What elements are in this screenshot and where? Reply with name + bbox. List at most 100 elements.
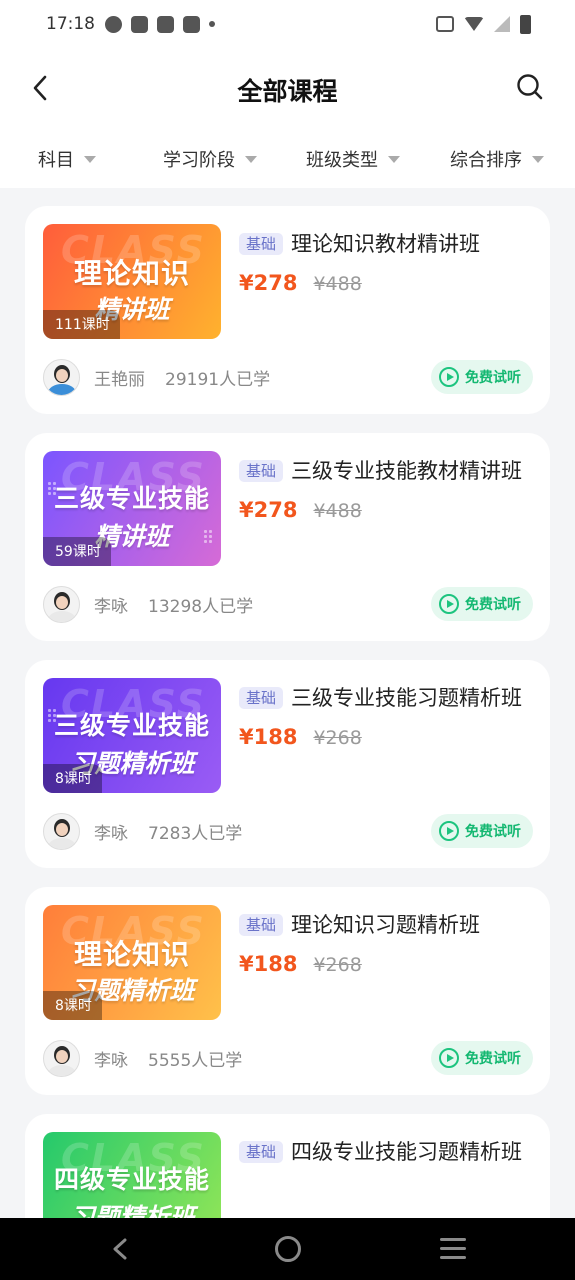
mail-icon xyxy=(157,15,174,33)
play-icon xyxy=(439,594,459,614)
caret-down-icon xyxy=(245,155,257,163)
signal-icon xyxy=(494,16,510,32)
vibrate-icon xyxy=(436,16,454,32)
filter-stage[interactable]: 学习阶段 xyxy=(163,146,257,172)
lesson-count-badge: 8课时 xyxy=(43,991,102,1020)
price-row: ¥188 ¥268 xyxy=(239,725,529,749)
free-trial-button[interactable]: 免费试听 xyxy=(431,587,533,621)
free-trial-label: 免费试听 xyxy=(465,1051,521,1067)
system-nav-bar xyxy=(0,1218,575,1280)
course-title-line[interactable]: 基础 理论知识习题精析班 xyxy=(239,909,529,942)
course-title-line[interactable]: 基础 三级专业技能习题精析班 xyxy=(239,682,529,715)
home-icon[interactable] xyxy=(275,1236,301,1262)
course-title-line[interactable]: 基础 三级专业技能教材精讲班 xyxy=(239,455,529,488)
course-thumbnail[interactable]: CLASS 三级专业技能 精讲班 59课时 xyxy=(43,451,221,566)
course-title-line[interactable]: 基础 四级专业技能习题精析班 xyxy=(239,1136,529,1169)
teacher-name: 李咏 xyxy=(94,823,128,844)
speed-icon xyxy=(105,15,122,33)
free-trial-label: 免费试听 xyxy=(465,370,521,386)
course-card[interactable]: CLASS 理论知识 精讲班 111课时 基础 理论知识教材精讲班 ¥278 ¥4… xyxy=(25,206,550,414)
teacher-row: 李咏 7283人已学 免费试听 xyxy=(43,812,533,850)
course-card[interactable]: CLASS 三级专业技能 精讲班 59课时 基础 三级专业技能教材精讲班 ¥278… xyxy=(25,433,550,641)
free-trial-label: 免费试听 xyxy=(465,824,521,840)
teacher-row: 李咏 5555人已学 免费试听 xyxy=(43,1039,533,1077)
play-icon xyxy=(439,821,459,841)
free-trial-button[interactable]: 免费试听 xyxy=(431,814,533,848)
play-icon xyxy=(439,1048,459,1068)
app-header: 全部课程 xyxy=(0,48,575,130)
current-price: ¥278 xyxy=(239,498,298,522)
course-title-line[interactable]: 基础 理论知识教材精讲班 xyxy=(239,228,529,261)
menu-icon[interactable] xyxy=(440,1238,466,1260)
price-row: ¥278 ¥488 xyxy=(239,271,529,295)
level-tag: 基础 xyxy=(239,460,284,482)
current-price: ¥188 xyxy=(239,725,298,749)
free-trial-button[interactable]: 免费试听 xyxy=(431,360,533,394)
status-time: 17:18 xyxy=(46,14,95,34)
course-title: 三级专业技能教材精讲班 xyxy=(291,459,523,483)
dots-decoration xyxy=(47,481,57,495)
current-price: ¥188 xyxy=(239,952,298,976)
thumb-title: 三级专业技能 xyxy=(53,711,210,740)
avatar xyxy=(43,812,80,850)
course-title: 三级专业技能习题精析班 xyxy=(291,686,523,710)
teacher-row: 王艳丽 29191人已学 免费试听 xyxy=(43,358,533,396)
learner-count: 7283人已学 xyxy=(148,823,243,844)
filter-class-type[interactable]: 班级类型 xyxy=(306,146,400,172)
filter-label: 科目 xyxy=(38,150,74,171)
original-price: ¥488 xyxy=(313,500,362,522)
filter-label: 班级类型 xyxy=(306,150,378,171)
page-title: 全部课程 xyxy=(237,77,338,106)
learner-count: 5555人已学 xyxy=(148,1050,243,1071)
course-info: 基础 三级专业技能习题精析班 ¥188 ¥268 xyxy=(239,682,529,749)
dot-icon xyxy=(209,21,215,27)
avatar xyxy=(43,1039,80,1077)
original-price: ¥488 xyxy=(313,273,362,295)
mail-icon xyxy=(183,15,200,33)
course-info: 基础 三级专业技能教材精讲班 ¥278 ¥488 xyxy=(239,455,529,522)
course-thumbnail[interactable]: CLASS 三级专业技能 习题精析班 8课时 xyxy=(43,678,221,793)
thumb-title: 理论知识 xyxy=(73,257,190,290)
course-info: 基础 理论知识习题精析班 ¥188 ¥268 xyxy=(239,909,529,976)
search-icon xyxy=(517,74,543,100)
caret-down-icon xyxy=(388,155,400,163)
thumb-title: 四级专业技能 xyxy=(53,1165,210,1194)
lesson-count-badge: 111课时 xyxy=(43,310,120,339)
caret-down-icon xyxy=(84,155,96,163)
filter-label: 学习阶段 xyxy=(163,150,235,171)
avatar xyxy=(43,585,80,623)
course-card[interactable]: CLASS 理论知识 习题精析班 8课时 基础 理论知识习题精析班 ¥188 ¥2… xyxy=(25,887,550,1095)
thumb-title: 三级专业技能 xyxy=(53,484,210,513)
filter-label: 综合排序 xyxy=(450,150,522,171)
original-price: ¥268 xyxy=(313,727,362,749)
back-icon[interactable] xyxy=(110,1238,132,1260)
course-title: 理论知识习题精析班 xyxy=(291,913,481,937)
level-tag: 基础 xyxy=(239,233,284,255)
level-tag: 基础 xyxy=(239,914,284,936)
status-bar: 17:18 xyxy=(0,0,575,48)
mail-icon xyxy=(131,15,148,33)
lesson-count-badge: 59课时 xyxy=(43,537,111,566)
course-info: 基础 理论知识教材精讲班 ¥278 ¥488 xyxy=(239,228,529,295)
filter-subject[interactable]: 科目 xyxy=(38,146,96,172)
avatar xyxy=(43,358,80,396)
course-info: 基础 四级专业技能习题精析班 xyxy=(239,1136,529,1169)
course-title: 理论知识教材精讲班 xyxy=(291,232,481,256)
filter-sort[interactable]: 综合排序 xyxy=(450,146,544,172)
teacher-name: 王艳丽 xyxy=(94,369,145,390)
play-icon xyxy=(439,367,459,387)
current-price: ¥278 xyxy=(239,271,298,295)
teacher-name: 李咏 xyxy=(94,1050,128,1071)
dots-decoration xyxy=(203,529,213,543)
level-tag: 基础 xyxy=(239,1141,284,1163)
free-trial-button[interactable]: 免费试听 xyxy=(431,1041,533,1075)
search-button[interactable] xyxy=(515,72,545,102)
learner-count: 13298人已学 xyxy=(148,596,254,617)
battery-icon xyxy=(520,14,531,34)
teacher-name: 李咏 xyxy=(94,596,128,617)
price-row: ¥278 ¥488 xyxy=(239,498,529,522)
course-thumbnail[interactable]: CLASS 理论知识 习题精析班 8课时 xyxy=(43,905,221,1020)
course-title: 四级专业技能习题精析班 xyxy=(291,1140,523,1164)
course-thumbnail[interactable]: CLASS 理论知识 精讲班 111课时 xyxy=(43,224,221,339)
course-card[interactable]: CLASS 三级专业技能 习题精析班 8课时 基础 三级专业技能习题精析班 ¥18… xyxy=(25,660,550,868)
